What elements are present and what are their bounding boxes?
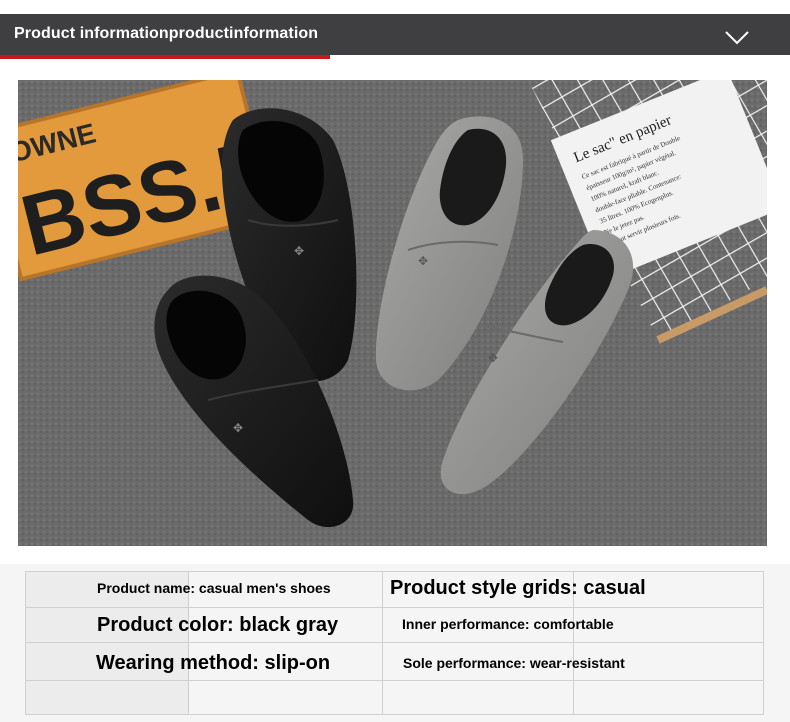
spec-inner-performance: Inner performance: comfortable [402,616,614,632]
spec-product-name: Product name: casual men's shoes [97,580,331,596]
svg-text:✥: ✥ [418,254,428,268]
grid-row-divider [25,607,764,608]
grid-row-divider [25,680,764,681]
grid-row-divider [25,642,764,643]
chevron-down-icon[interactable] [724,26,750,46]
spec-product-style: Product style grids: casual [390,577,646,599]
grid-column-divider [382,571,383,715]
product-photo: OWNE BSS.5C Le sac" en papier Ce sac est… [18,80,767,546]
spec-sole-performance: Sole performance: wear-resistant [403,655,625,671]
svg-text:✥: ✥ [488,351,498,365]
spec-product-color: Product color: black gray [97,614,339,636]
section-title-suffix: productinformation [168,25,319,42]
spec-wearing-method: Wearing method: slip-on [96,652,331,674]
header-accent-line [0,55,330,59]
svg-text:✥: ✥ [294,244,304,258]
section-title: Product informationproductinformation [14,25,318,43]
section-title-main: Product information [14,25,169,42]
svg-text:✥: ✥ [233,421,243,435]
section-header: Product informationproductinformation [0,14,790,55]
